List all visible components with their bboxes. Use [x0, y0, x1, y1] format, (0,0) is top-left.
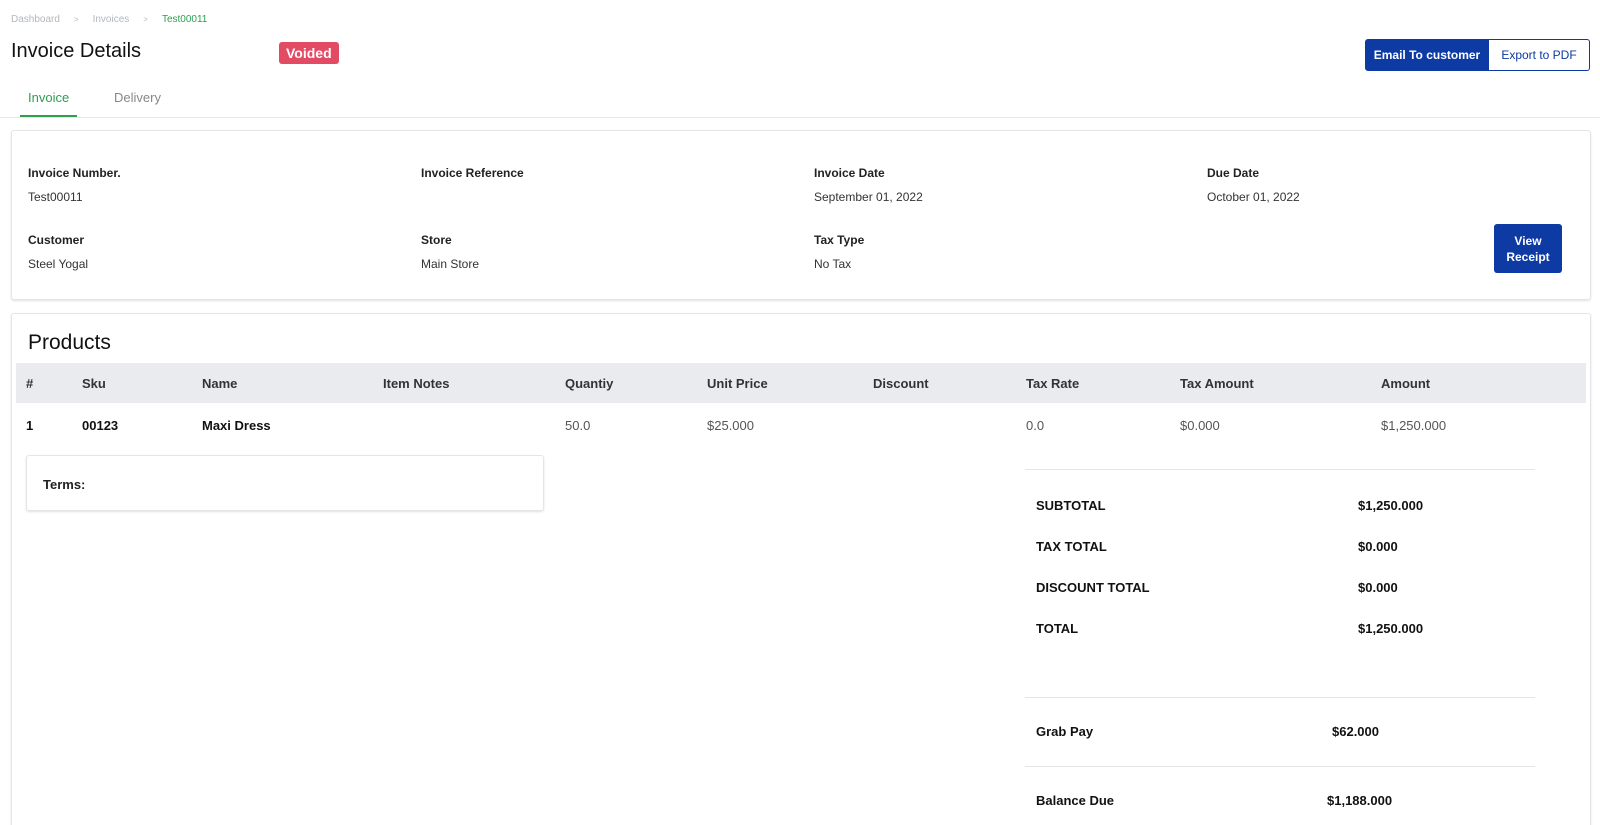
due-date-field: Due Date October 01, 2022 — [1207, 166, 1300, 204]
status-badge: Voided — [279, 42, 339, 64]
tab-delivery[interactable]: Delivery — [114, 90, 161, 115]
terms-label: Terms: — [43, 477, 86, 492]
column-header-unit-price: Unit Price — [707, 376, 768, 391]
tax-total-value: $0.000 — [1358, 539, 1398, 554]
view-receipt-button[interactable]: View Receipt — [1494, 224, 1562, 273]
column-header-item-notes: Item Notes — [383, 376, 450, 391]
discount-total-value: $0.000 — [1358, 580, 1398, 595]
store-value: Main Store — [421, 257, 480, 271]
breadcrumb-current: Test00011 — [161, 14, 208, 25]
invoice-number-label: Invoice Number. — [28, 166, 121, 180]
breadcrumb-separator-icon: > — [143, 15, 148, 24]
due-date-value: October 01, 2022 — [1207, 190, 1300, 204]
tax-type-label: Tax Type — [814, 233, 865, 247]
cell-amount: $1,250.000 — [1381, 418, 1447, 433]
tax-total-label: TAX TOTAL — [1036, 539, 1107, 554]
payment-value: $62.000 — [1332, 724, 1379, 739]
invoice-reference-field: Invoice Reference — [421, 166, 524, 190]
column-header-tax-rate: Tax Rate — [1026, 376, 1080, 391]
cell-unit-price: $25.000 — [707, 418, 754, 433]
cell-sku: 00123 — [82, 418, 119, 433]
cell-tax-amount: $0.000 — [1180, 418, 1220, 433]
store-label: Store — [421, 233, 452, 247]
terms-box: Terms: — [26, 455, 544, 511]
export-pdf-button[interactable]: Export to PDF — [1489, 39, 1590, 71]
customer-value: Steel Yogal — [28, 257, 89, 271]
products-title: Products — [28, 331, 111, 354]
total-label: TOTAL — [1036, 621, 1079, 636]
breadcrumb-dashboard[interactable]: Dashboard — [11, 14, 60, 25]
column-header-name: Name — [202, 376, 238, 391]
cell-index: 1 — [26, 418, 34, 433]
breadcrumb: Dashboard > Invoices > Test00011 — [11, 14, 207, 25]
invoice-number-value: Test00011 — [28, 190, 83, 204]
discount-total-label: DISCOUNT TOTAL — [1036, 580, 1150, 595]
subtotal-label: SUBTOTAL — [1036, 498, 1106, 513]
breadcrumb-separator-icon: > — [73, 15, 79, 24]
payment-label: Grab Pay — [1036, 724, 1094, 739]
balance-due-value: $1,188.000 — [1327, 793, 1393, 808]
products-table-header: # Sku Name Item Notes Quantiy Unit Price… — [16, 363, 1586, 403]
breadcrumb-invoices[interactable]: Invoices — [93, 14, 130, 25]
tax-type-value: No Tax — [814, 257, 852, 271]
column-header-sku: Sku — [82, 376, 106, 391]
cell-quantity: 50.0 — [565, 418, 591, 433]
cell-tax-rate: 0.0 — [1026, 418, 1045, 433]
cell-name: Maxi Dress — [202, 418, 271, 433]
invoice-date-label: Invoice Date — [814, 166, 885, 180]
invoice-number-field: Invoice Number. Test00011 — [28, 166, 121, 204]
column-header-amount: Amount — [1381, 376, 1431, 391]
payments-divider — [1025, 697, 1535, 698]
store-field: Store Main Store — [421, 233, 479, 271]
customer-label: Customer — [28, 233, 85, 247]
total-value: $1,250.000 — [1358, 621, 1424, 636]
balance-due-label: Balance Due — [1036, 793, 1115, 808]
header-actions: Email To customer Export to PDF — [1365, 39, 1590, 71]
tab-bar: Invoice Delivery — [0, 80, 1600, 118]
column-header-index: # — [26, 376, 34, 391]
totals-divider — [1025, 469, 1535, 470]
invoice-info-card — [11, 130, 1591, 300]
invoice-reference-label: Invoice Reference — [421, 166, 524, 180]
column-header-tax-amount: Tax Amount — [1180, 376, 1254, 391]
subtotal-value: $1,250.000 — [1358, 498, 1424, 513]
tax-type-field: Tax Type No Tax — [814, 233, 864, 271]
balance-divider — [1025, 766, 1535, 767]
customer-field: Customer Steel Yogal — [28, 233, 88, 271]
invoice-date-value: September 01, 2022 — [814, 190, 923, 204]
tab-invoice[interactable]: Invoice — [20, 90, 78, 117]
invoice-date-field: Invoice Date September 01, 2022 — [814, 166, 923, 204]
column-header-discount: Discount — [873, 376, 929, 391]
column-header-quantity: Quantiy — [565, 376, 614, 391]
due-date-label: Due Date — [1207, 166, 1260, 180]
page-title: Invoice Details — [11, 40, 142, 62]
email-to-customer-button[interactable]: Email To customer — [1365, 39, 1489, 71]
